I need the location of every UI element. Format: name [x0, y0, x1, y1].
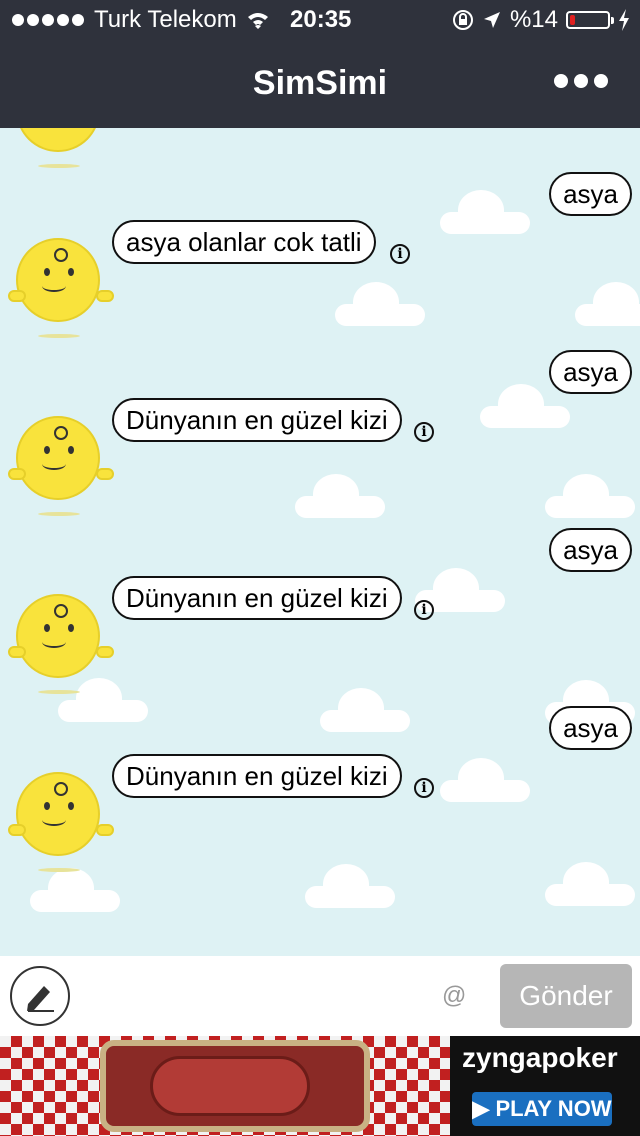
rotation-lock-icon: [452, 10, 473, 30]
top-bar: Turk Telekom 20:35 %14 SimSimi: [0, 0, 640, 128]
ad-brand-logo: zyngapoker: [462, 1042, 618, 1073]
cloud-decoration: [295, 474, 385, 518]
simsimi-avatar: [8, 128, 104, 168]
cloud-decoration: [440, 758, 530, 802]
bot-message-bubble[interactable]: asya olanlar cok tatli: [112, 220, 376, 264]
bot-message-bubble[interactable]: Dünyanın en güzel kizi: [112, 576, 402, 620]
status-time: 20:35: [290, 6, 352, 33]
charging-bolt-icon: [619, 9, 629, 31]
simsimi-avatar: [8, 238, 114, 338]
pencil-icon: [27, 986, 54, 1012]
play-now-button[interactable]: ▶ PLAY NOW: [472, 1092, 612, 1126]
status-left: Turk Telekom: [12, 6, 269, 34]
simsimi-avatar: [8, 416, 114, 516]
more-dots-icon: [554, 74, 568, 88]
simsimi-avatar: [8, 772, 114, 872]
bot-message-bubble[interactable]: Dünyanın en güzel kizi: [112, 398, 402, 442]
cloud-decoration: [440, 190, 530, 234]
cloud-decoration: [320, 688, 410, 732]
edit-button[interactable]: [10, 966, 70, 1026]
user-message-bubble[interactable]: asya: [549, 172, 632, 216]
status-right: %14: [452, 6, 630, 34]
user-message-bubble[interactable]: asya: [549, 350, 632, 394]
battery-icon: [566, 11, 614, 29]
signal-strength-icon: [12, 14, 84, 26]
wifi-icon: [247, 13, 268, 29]
cloud-decoration: [575, 282, 640, 326]
info-icon[interactable]: i: [414, 600, 434, 620]
chat-area[interactable]: asya asya asya asya asya olanlar cok tat…: [0, 128, 640, 956]
message-input-bar: @ Gönder: [0, 956, 640, 1036]
info-icon[interactable]: i: [414, 422, 434, 442]
cloud-decoration: [58, 678, 148, 722]
ad-poker-table: [150, 1056, 310, 1116]
mention-button[interactable]: @: [442, 982, 466, 1010]
cloud-decoration: [545, 862, 635, 906]
cloud-decoration: [305, 864, 395, 908]
info-icon[interactable]: i: [414, 778, 434, 798]
user-message-bubble[interactable]: asya: [549, 528, 632, 572]
status-bar: Turk Telekom 20:35 %14: [0, 0, 640, 42]
bot-message-bubble[interactable]: Dünyanın en güzel kizi: [112, 754, 402, 798]
send-button[interactable]: Gönder: [500, 964, 632, 1028]
ad-banner[interactable]: zyngapoker ▶ PLAY NOW: [0, 1036, 640, 1136]
battery-percent: %14: [509, 6, 558, 33]
cloud-decoration: [480, 384, 570, 428]
message-input[interactable]: [84, 970, 428, 1024]
cloud-decoration: [335, 282, 425, 326]
simsimi-avatar: [8, 594, 114, 694]
page-title: SimSimi: [252, 64, 388, 102]
location-arrow-icon: [483, 12, 500, 28]
cloud-decoration: [545, 474, 635, 518]
more-menu-button[interactable]: [554, 74, 608, 88]
cloud-decoration: [30, 868, 120, 912]
carrier-name: Turk Telekom: [94, 6, 237, 33]
info-icon[interactable]: i: [390, 244, 410, 264]
user-message-bubble[interactable]: asya: [549, 706, 632, 750]
